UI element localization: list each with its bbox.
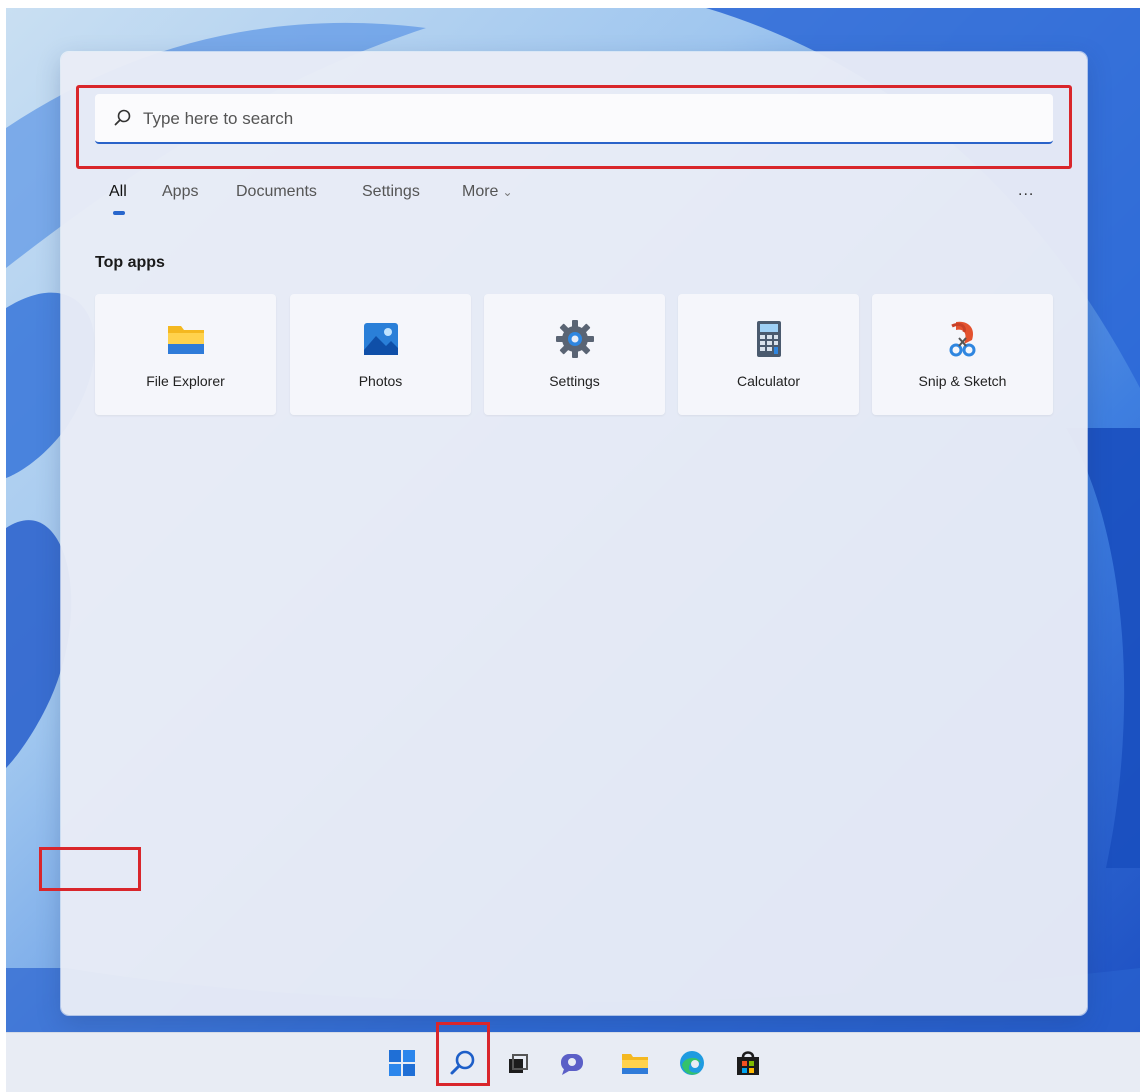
tab-more-label: More — [462, 183, 499, 200]
tab-settings[interactable]: Settings — [362, 183, 420, 201]
top-apps-heading: Top apps — [95, 254, 165, 271]
photos-icon — [363, 323, 398, 355]
edge-icon[interactable] — [676, 1047, 708, 1079]
calculator-icon — [756, 321, 781, 357]
more-options-button[interactable]: ... — [1018, 182, 1034, 200]
tab-more[interactable]: More ⌄ — [462, 183, 513, 201]
app-label: Calculator — [736, 373, 801, 389]
search-filter-tabs: All Apps Documents Settings More ⌄ — [109, 183, 1009, 213]
annotation-highlight-box — [39, 847, 141, 891]
snip-sketch-icon — [949, 321, 975, 357]
tab-apps[interactable]: Apps — [162, 183, 198, 201]
folder-icon — [167, 326, 204, 354]
app-label: Photos — [358, 373, 403, 389]
active-tab-indicator — [113, 211, 125, 215]
task-view-icon[interactable] — [503, 1047, 535, 1079]
folder-icon[interactable] — [619, 1047, 651, 1079]
windows-start-icon[interactable] — [386, 1047, 418, 1079]
app-label: Snip & Sketch — [918, 373, 1007, 389]
app-tile-snip-sketch[interactable]: Snip & Sketch — [872, 294, 1053, 415]
app-tile-calculator[interactable]: Calculator — [678, 294, 859, 415]
search-highlight-frame — [76, 85, 1072, 169]
app-tile-photos[interactable]: Photos — [290, 294, 471, 415]
store-icon[interactable] — [732, 1047, 764, 1079]
gear-icon — [555, 320, 594, 358]
tab-all[interactable]: All — [109, 183, 127, 201]
app-label: Settings — [549, 373, 600, 389]
app-tile-file-explorer[interactable]: File Explorer — [95, 294, 276, 415]
tab-documents[interactable]: Documents — [236, 183, 317, 201]
app-label: File Explorer — [146, 373, 225, 389]
taskbar — [6, 1032, 1140, 1092]
taskbar-search-highlight-frame — [436, 1022, 490, 1086]
chat-icon[interactable] — [556, 1047, 588, 1079]
chevron-down-icon: ⌄ — [502, 185, 513, 199]
app-tile-settings[interactable]: Settings — [484, 294, 665, 415]
search-panel: All Apps Documents Settings More⌄ ... To… — [61, 52, 1087, 1015]
